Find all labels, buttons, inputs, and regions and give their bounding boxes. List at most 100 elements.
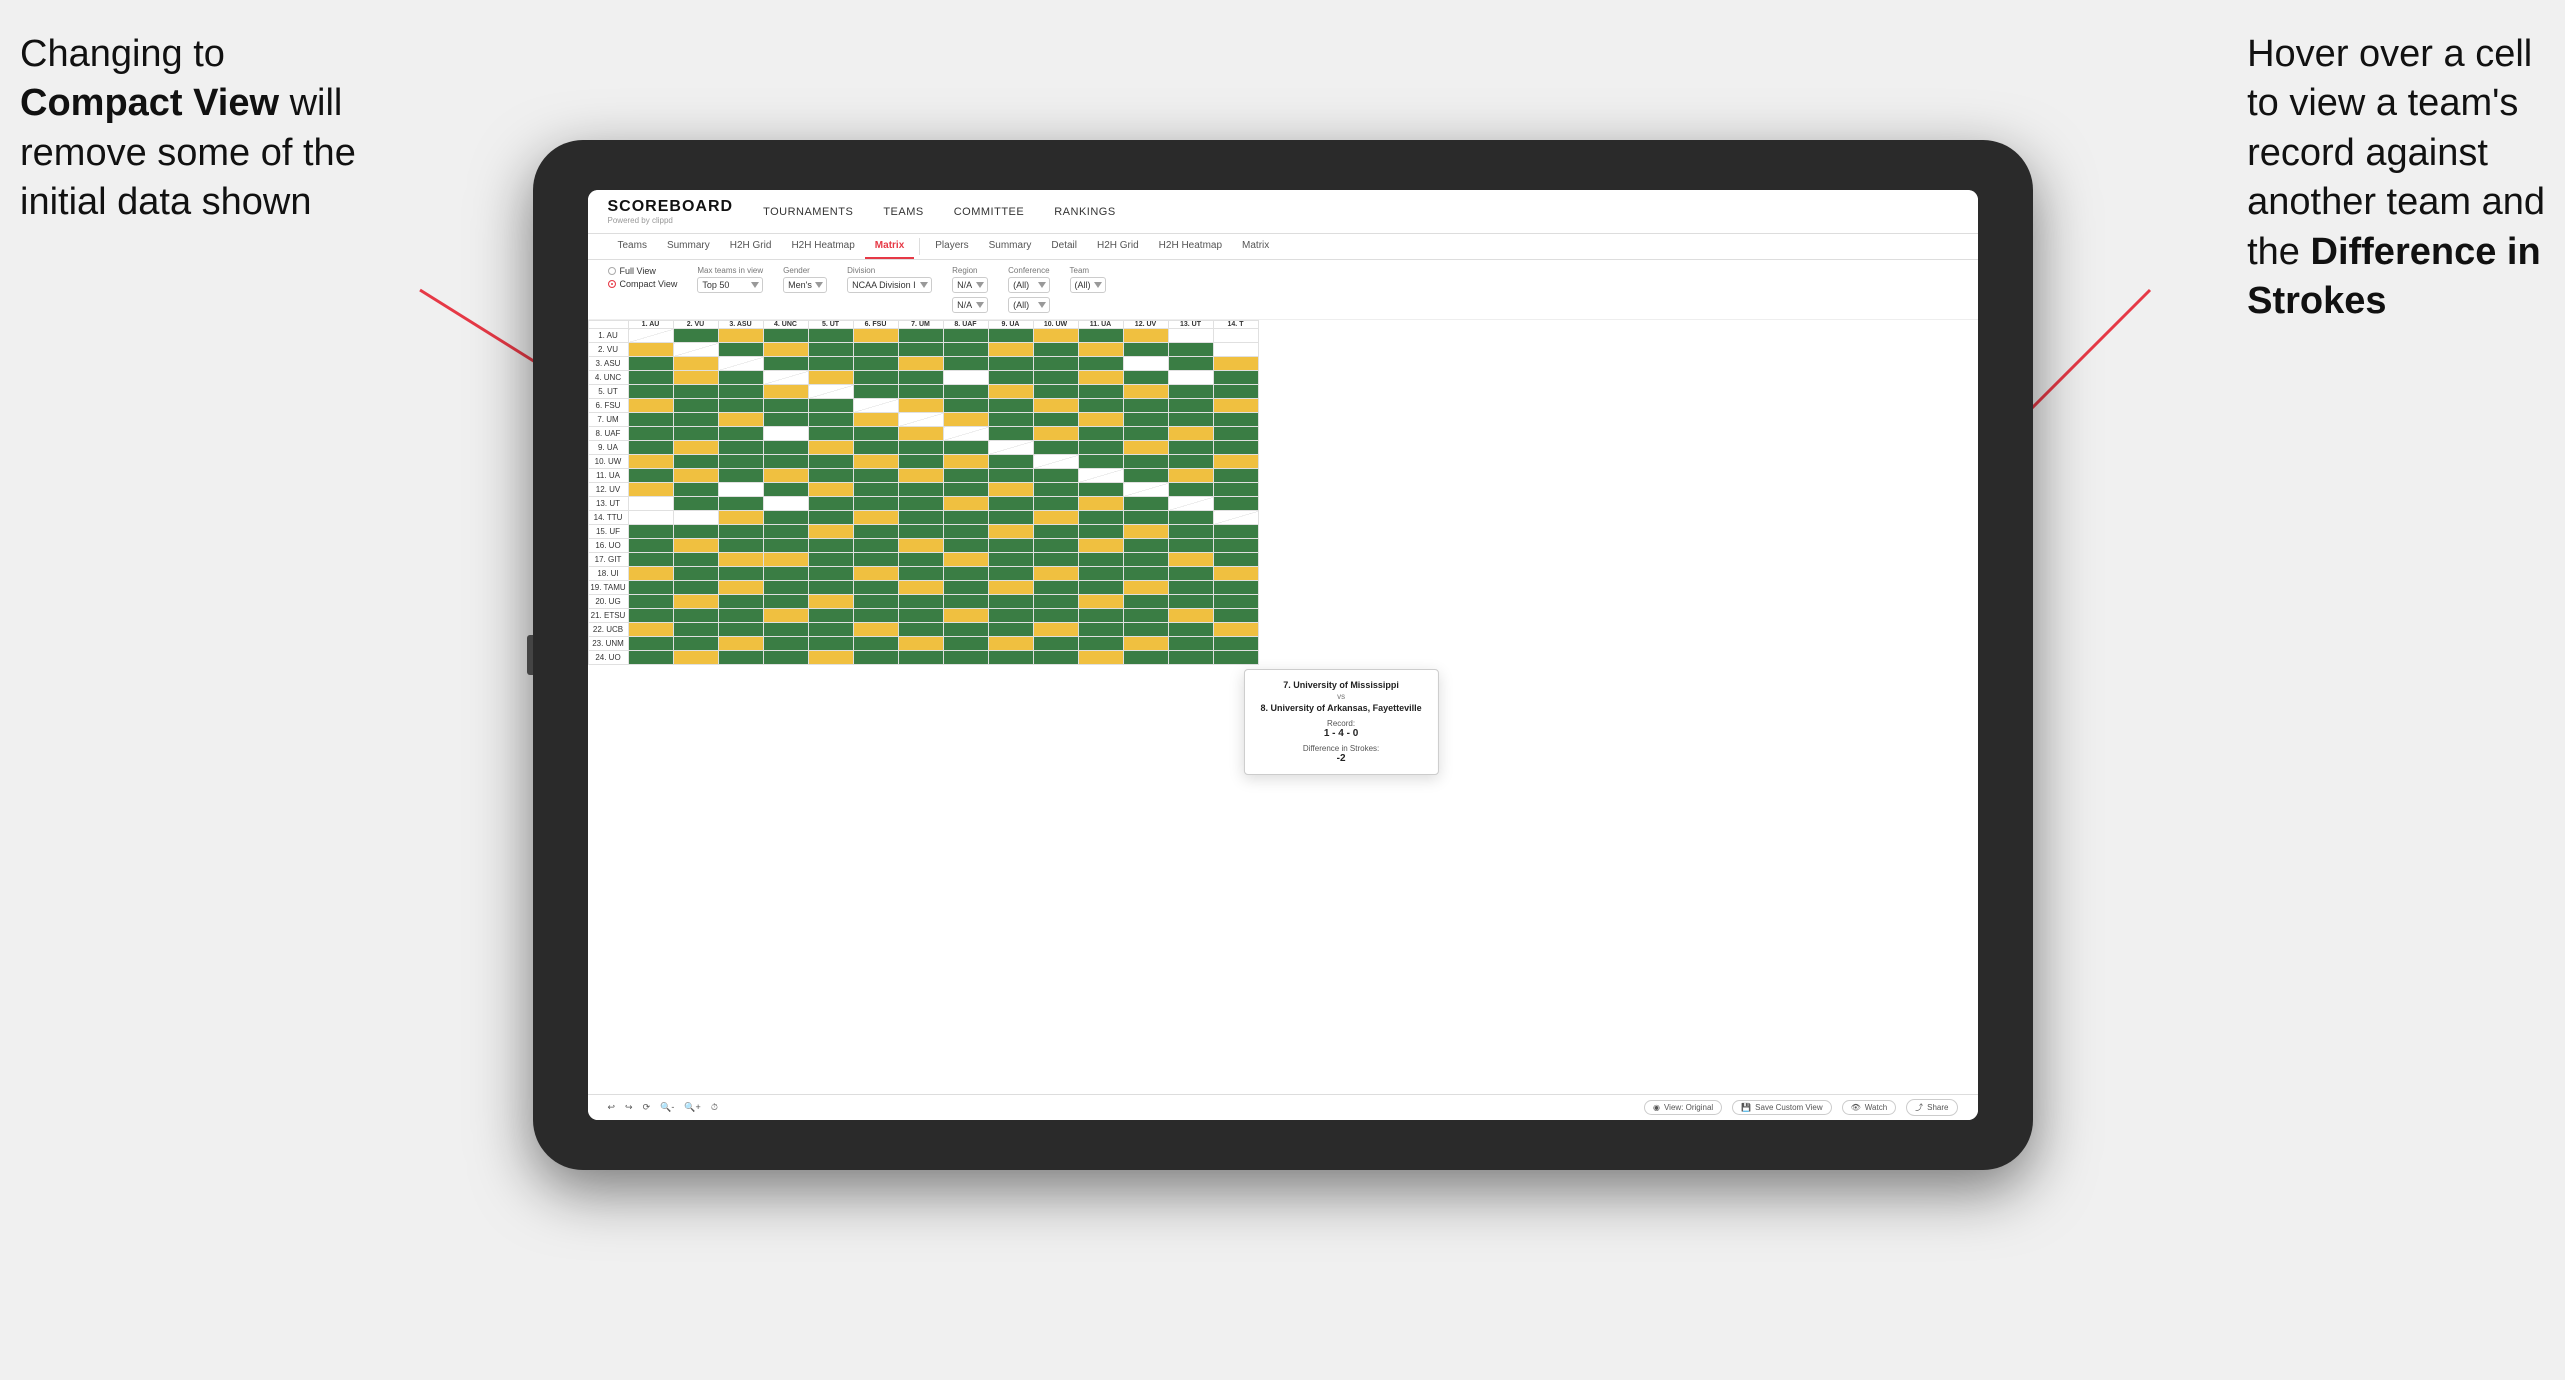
table-row[interactable]: [988, 553, 1033, 567]
table-row[interactable]: [763, 553, 808, 567]
table-row[interactable]: [1168, 343, 1213, 357]
table-row[interactable]: [808, 371, 853, 385]
table-row[interactable]: [898, 469, 943, 483]
table-row[interactable]: [1213, 539, 1258, 553]
table-row[interactable]: [1033, 553, 1078, 567]
table-row[interactable]: [763, 357, 808, 371]
table-row[interactable]: [763, 483, 808, 497]
table-row[interactable]: [628, 329, 673, 343]
table-row[interactable]: [853, 609, 898, 623]
table-row[interactable]: [1168, 371, 1213, 385]
table-row[interactable]: [943, 357, 988, 371]
table-row[interactable]: [673, 553, 718, 567]
table-row[interactable]: [1123, 637, 1168, 651]
table-row[interactable]: [808, 413, 853, 427]
table-row[interactable]: [1213, 399, 1258, 413]
table-row[interactable]: [988, 357, 1033, 371]
table-row[interactable]: [763, 581, 808, 595]
table-row[interactable]: [628, 469, 673, 483]
table-row[interactable]: [1123, 427, 1168, 441]
table-row[interactable]: [988, 595, 1033, 609]
tab-matrix-teams[interactable]: Matrix: [865, 234, 914, 259]
table-row[interactable]: [673, 595, 718, 609]
table-row[interactable]: [1123, 371, 1168, 385]
table-row[interactable]: [628, 553, 673, 567]
table-row[interactable]: [943, 343, 988, 357]
table-row[interactable]: [1213, 567, 1258, 581]
table-row[interactable]: [853, 343, 898, 357]
table-row[interactable]: [1213, 413, 1258, 427]
tab-summary-teams[interactable]: Summary: [657, 234, 720, 259]
table-row[interactable]: [988, 525, 1033, 539]
table-row[interactable]: [988, 483, 1033, 497]
conference-select-2[interactable]: (All): [1008, 297, 1049, 313]
table-row[interactable]: [808, 581, 853, 595]
table-row[interactable]: [988, 343, 1033, 357]
table-row[interactable]: [898, 371, 943, 385]
table-row[interactable]: [988, 441, 1033, 455]
table-row[interactable]: [673, 455, 718, 469]
table-row[interactable]: [673, 651, 718, 665]
table-row[interactable]: [943, 581, 988, 595]
table-row[interactable]: [1213, 455, 1258, 469]
zoom-out-button[interactable]: 🔍-: [660, 1102, 674, 1113]
table-row[interactable]: [988, 651, 1033, 665]
table-row[interactable]: [718, 595, 763, 609]
table-row[interactable]: [718, 637, 763, 651]
table-row[interactable]: [988, 539, 1033, 553]
table-row[interactable]: [808, 525, 853, 539]
table-row[interactable]: [628, 609, 673, 623]
table-row[interactable]: [628, 427, 673, 441]
table-row[interactable]: [718, 497, 763, 511]
table-row[interactable]: [898, 413, 943, 427]
table-row[interactable]: [718, 343, 763, 357]
table-row[interactable]: [673, 567, 718, 581]
table-row[interactable]: [1033, 441, 1078, 455]
table-row[interactable]: [763, 651, 808, 665]
table-row[interactable]: [1168, 427, 1213, 441]
table-row[interactable]: [943, 595, 988, 609]
table-row[interactable]: [718, 651, 763, 665]
table-row[interactable]: [1078, 651, 1123, 665]
table-row[interactable]: [1168, 581, 1213, 595]
table-row[interactable]: [808, 623, 853, 637]
table-row[interactable]: [943, 427, 988, 441]
table-row[interactable]: [808, 497, 853, 511]
table-row[interactable]: [898, 623, 943, 637]
table-row[interactable]: [1168, 553, 1213, 567]
table-row[interactable]: [898, 441, 943, 455]
table-row[interactable]: [988, 497, 1033, 511]
table-row[interactable]: [1078, 371, 1123, 385]
redo-button[interactable]: ↪: [625, 1102, 633, 1113]
region-select[interactable]: N/A: [952, 277, 988, 293]
gender-select[interactable]: Men's: [783, 277, 827, 293]
table-row[interactable]: [763, 525, 808, 539]
table-row[interactable]: [1168, 483, 1213, 497]
table-row[interactable]: [1213, 357, 1258, 371]
table-row[interactable]: [1123, 385, 1168, 399]
table-row[interactable]: [718, 427, 763, 441]
tab-detail[interactable]: Detail: [1041, 234, 1087, 259]
table-row[interactable]: [1168, 511, 1213, 525]
table-row[interactable]: [853, 553, 898, 567]
table-row[interactable]: [988, 413, 1033, 427]
table-row[interactable]: [808, 455, 853, 469]
table-row[interactable]: [1123, 343, 1168, 357]
table-row[interactable]: [673, 581, 718, 595]
table-row[interactable]: [718, 329, 763, 343]
table-row[interactable]: [1123, 483, 1168, 497]
table-row[interactable]: [1213, 441, 1258, 455]
table-row[interactable]: [763, 637, 808, 651]
table-row[interactable]: [1168, 399, 1213, 413]
table-row[interactable]: [853, 469, 898, 483]
table-row[interactable]: [943, 329, 988, 343]
table-row[interactable]: [718, 371, 763, 385]
table-row[interactable]: [1033, 343, 1078, 357]
table-row[interactable]: [853, 413, 898, 427]
table-row[interactable]: [1033, 329, 1078, 343]
table-row[interactable]: [988, 469, 1033, 483]
table-row[interactable]: [853, 427, 898, 441]
table-row[interactable]: [898, 553, 943, 567]
table-row[interactable]: [1033, 357, 1078, 371]
table-row[interactable]: [673, 399, 718, 413]
